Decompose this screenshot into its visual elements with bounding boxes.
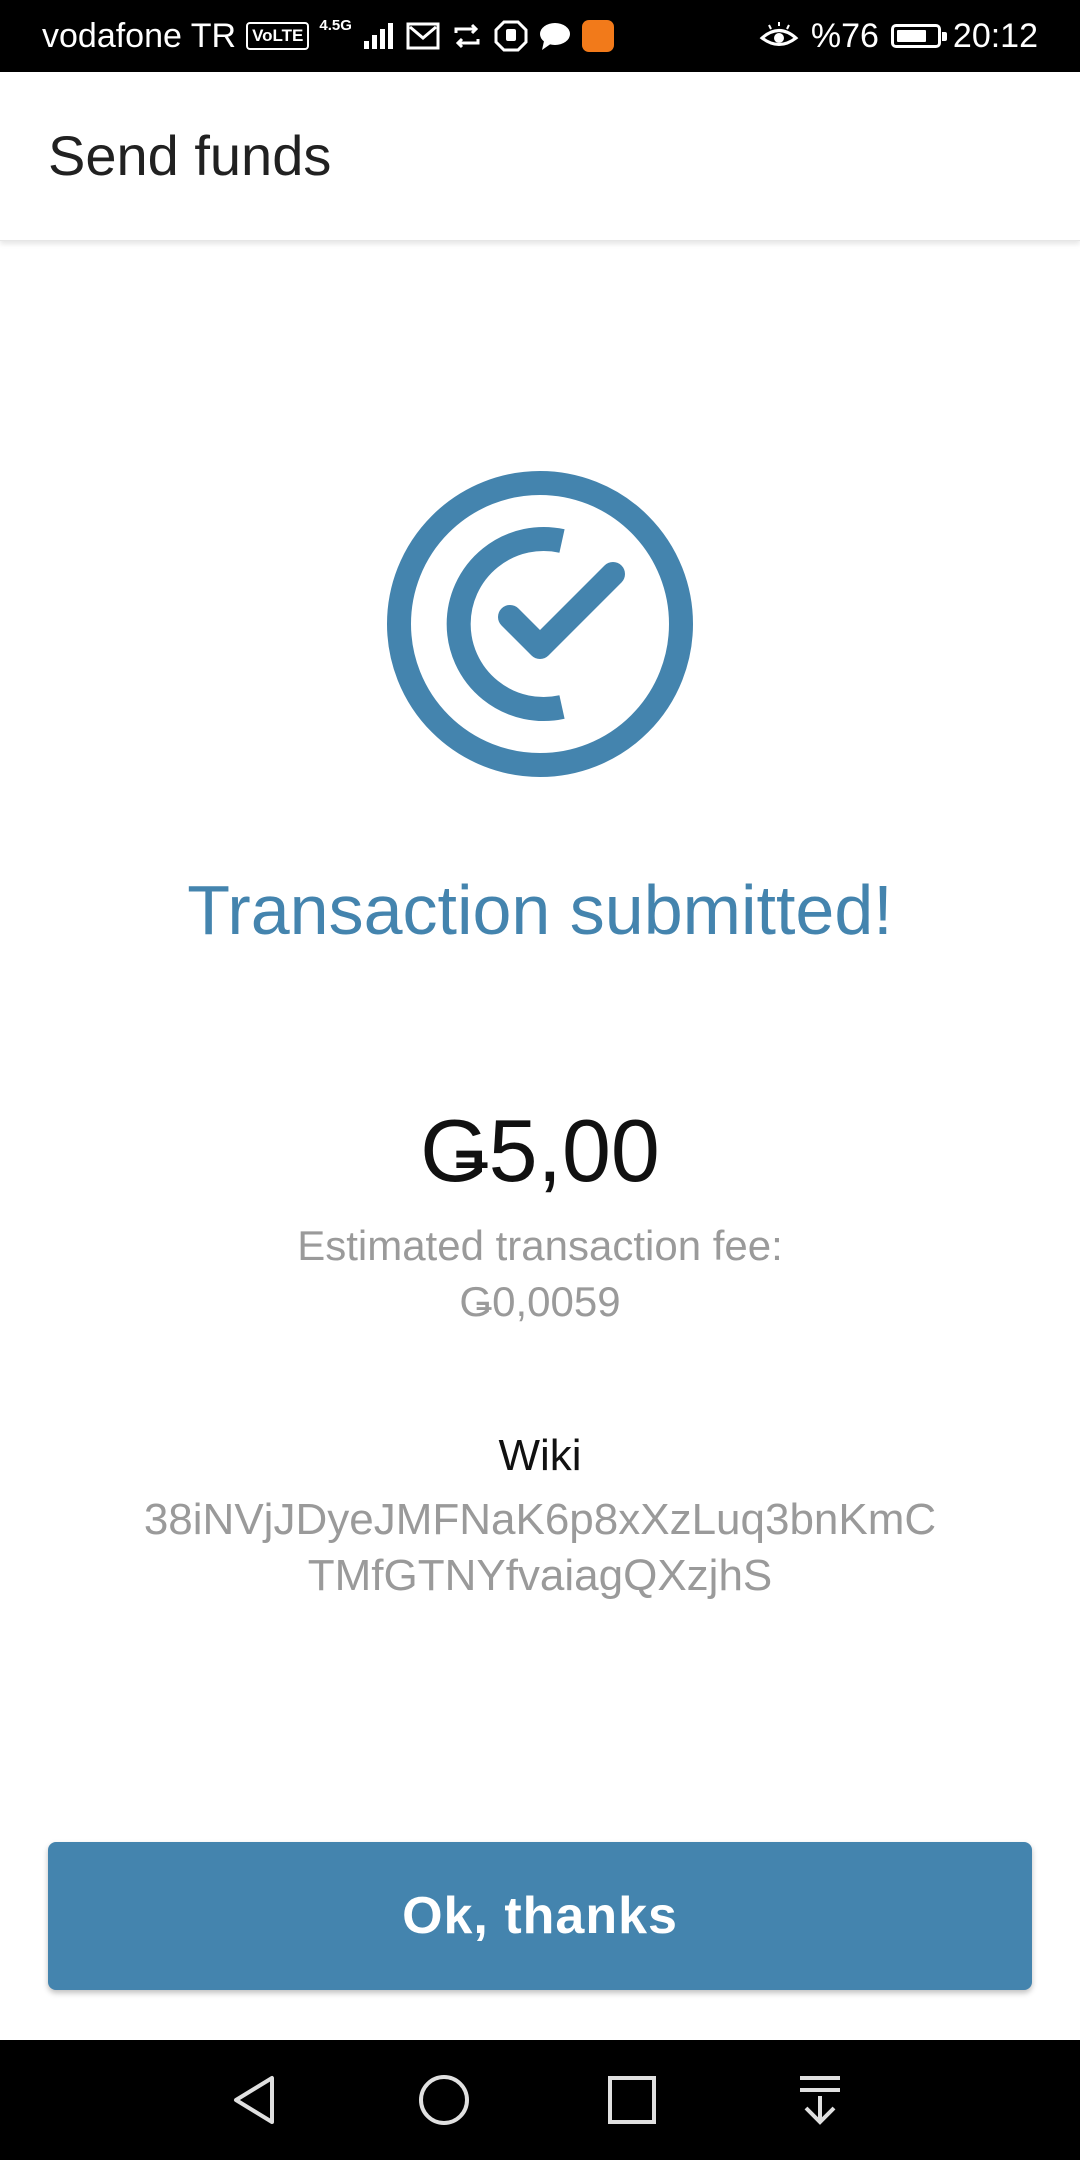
- network-type: 4.5G: [319, 17, 352, 34]
- address-line-1: 38iNVjJDyeJMFNaK6p8xXzLuq3bnKmC: [143, 1495, 937, 1544]
- clock: 20:12: [952, 16, 1038, 55]
- volte-badge: VoLTE: [246, 22, 310, 50]
- fee-value: Ǥ0,0059: [459, 1278, 621, 1325]
- ok-thanks-button[interactable]: Ok, thanks: [48, 1842, 1032, 1990]
- hand-icon: [494, 20, 528, 52]
- address-line-2: TMfGTNYfvaiagQXzjhS: [307, 1551, 773, 1600]
- app-notification-icon: [581, 20, 614, 52]
- success-check-icon: [387, 471, 693, 777]
- notification-drawer-icon[interactable]: [790, 2070, 850, 2130]
- gmail-icon: [406, 21, 440, 51]
- status-left: vodafone TR VoLTE 4.5G: [42, 0, 614, 72]
- sync-icon: [450, 21, 484, 51]
- back-icon[interactable]: [226, 2070, 286, 2130]
- battery-level: [896, 30, 926, 42]
- battery-icon: [890, 24, 947, 48]
- carrier-name: vodafone TR: [42, 16, 237, 55]
- page-title: Send funds: [48, 124, 332, 187]
- app-bar: Send funds: [0, 72, 1080, 241]
- navigation-bar: [0, 2040, 1080, 2160]
- recipient-name: Wiki: [498, 1431, 582, 1480]
- home-icon[interactable]: [414, 2070, 474, 2130]
- recipient-address: 38iNVjJDyeJMFNaK6p8xXzLuq3bnKmC TMfGTNYf…: [0, 1492, 1080, 1604]
- chat-icon: [538, 21, 572, 51]
- status-bar: vodafone TR VoLTE 4.5G %76 20:12: [0, 0, 1080, 72]
- status-right: %76 20:12: [759, 0, 1038, 72]
- fee-label: Estimated transaction fee:: [297, 1222, 783, 1269]
- signal-icon: [362, 21, 396, 51]
- recents-icon[interactable]: [602, 2070, 662, 2130]
- battery-percent: %76: [810, 16, 879, 55]
- amount-value: Ǥ5,00: [420, 1101, 660, 1200]
- eye-comfort-icon: [759, 21, 799, 51]
- status-headline: Transaction submitted!: [187, 871, 893, 949]
